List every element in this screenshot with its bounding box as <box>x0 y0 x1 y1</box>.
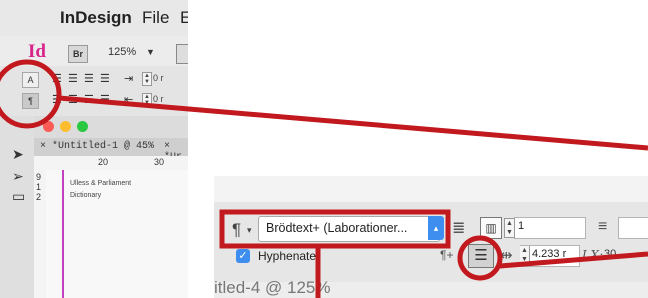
x-position-label: Ӏ X: <box>582 248 604 262</box>
ruler-mark: 1 <box>36 182 42 192</box>
page-text-line[interactable]: Dictionary <box>70 192 101 199</box>
direct-selection-tool-icon[interactable]: ➢ <box>12 168 24 185</box>
indesign-window-screenshot: InDesign File Ed Id Br 125% ▼ A ¶ ☰ ☰ ☰ … <box>0 0 188 298</box>
mac-menubar: InDesign File Ed <box>0 0 188 37</box>
zoomed-control-panel-screenshot: ¶ ▾ Brödtext+ (Laborationer... ▴ ≣ ▥ ▲ ▼ … <box>214 176 648 298</box>
bridge-button[interactable]: Br <box>68 45 88 63</box>
align-justify-left-icon[interactable]: ☰ <box>100 72 110 85</box>
selection-tool-icon[interactable]: ➤ <box>12 146 24 163</box>
chevron-down-icon[interactable]: ▼ <box>146 47 155 57</box>
paragraph-mode-button[interactable]: ¶ <box>22 93 39 109</box>
document-titlebar <box>34 116 188 139</box>
close-window-icon[interactable] <box>43 121 54 132</box>
menu-file[interactable]: File <box>142 8 169 28</box>
minimize-window-icon[interactable] <box>60 121 71 132</box>
first-line-indent-icon[interactable]: ⇤ <box>124 93 133 106</box>
page-tool-icon[interactable]: ▭ <box>12 188 25 205</box>
columns-stepper[interactable]: ▲ ▼ <box>504 218 515 238</box>
justify-left-icon[interactable]: ☰ <box>52 93 62 106</box>
paragraph-style-new-icon[interactable]: ¶+ <box>440 248 453 262</box>
columns-icon[interactable]: ▥ <box>480 217 502 239</box>
align-center-icon[interactable]: ☰ <box>68 72 78 85</box>
columns-field[interactable] <box>514 217 586 239</box>
align-left-icon[interactable]: ☰ <box>52 72 62 85</box>
pasteboard[interactable] <box>46 170 188 298</box>
justify-center-icon[interactable]: ☰ <box>68 93 78 106</box>
hyphenate-checkbox[interactable]: ✓ <box>236 249 250 263</box>
page-text-line[interactable]: Ulless & Parliament <box>70 180 131 187</box>
tools-panel: ➤ ➢ ▭ <box>0 116 35 298</box>
zoomed-control-panel <box>214 202 648 282</box>
first-line-indent-stepper[interactable]: ▲ ▼ <box>142 93 152 107</box>
align-right-icon[interactable]: ☰ <box>84 72 94 85</box>
app-menu-indesign[interactable]: InDesign <box>60 8 132 28</box>
tab-untitled-1[interactable]: × *Untitled-1 @ 45% <box>40 141 154 152</box>
columns-value[interactable]: 1 <box>518 220 524 232</box>
ruler-mark: 9 <box>36 172 42 182</box>
paragraph-icon[interactable]: ¶ <box>232 220 241 240</box>
menu-edit[interactable]: Ed <box>180 8 188 28</box>
left-indent-icon[interactable]: ⇥ <box>124 72 133 85</box>
screen-mode-icon[interactable] <box>176 44 188 64</box>
justify-right-icon[interactable]: ☰ <box>84 93 94 106</box>
page-margin-guide <box>62 170 64 298</box>
balance-ragged-lines-icon[interactable]: ≣ <box>452 218 465 238</box>
chevron-down-icon[interactable]: ▾ <box>247 225 252 236</box>
first-line-indent-value[interactable]: 0 r <box>153 94 164 104</box>
ruler-mark: 2 <box>36 192 42 202</box>
x-position-value[interactable]: 30 <box>604 248 616 260</box>
justify-all-lines-button[interactable]: ☰ <box>468 244 494 268</box>
character-mode-button[interactable]: A <box>22 72 39 88</box>
spacing-value[interactable]: 4.233 r <box>532 248 566 260</box>
hyphenate-label: Hyphenate <box>258 249 317 263</box>
justify-all-icon[interactable]: ☰ <box>100 93 110 106</box>
ruler-mark: 30 <box>154 157 165 167</box>
indesign-logo: Id <box>28 41 46 62</box>
dropdown-arrows-icon[interactable]: ▴ <box>428 216 444 240</box>
zoomed-top-strip <box>214 176 648 203</box>
zoom-level-select[interactable]: 125% <box>108 46 136 58</box>
horizontal-ruler: 20 30 <box>34 156 188 171</box>
document-title: itled-4 @ 125% <box>214 278 331 297</box>
span-columns-icon[interactable]: ≡ <box>598 218 607 236</box>
span-columns-field[interactable] <box>618 217 648 239</box>
document-tab-bar: × *Untitled-1 @ 45% × *Ur <box>34 138 188 163</box>
ruler-mark: 20 <box>98 157 109 167</box>
left-indent-value[interactable]: 0 r <box>153 73 164 83</box>
space-between-icon[interactable]: ⇹ <box>500 246 513 264</box>
left-indent-stepper[interactable]: ▲ ▼ <box>142 72 152 86</box>
spacing-stepper[interactable]: ▲ ▼ <box>520 246 530 264</box>
control-panel: A ¶ ☰ ☰ ☰ ☰ ⇥ ▲ ▼ 0 r ☰ ☰ ☰ ☰ ⇤ ▲ ▼ 0 r <box>0 66 188 117</box>
zoom-window-icon[interactable] <box>77 121 88 132</box>
paragraph-style-value: Brödtext+ (Laborationer... <box>266 221 408 235</box>
